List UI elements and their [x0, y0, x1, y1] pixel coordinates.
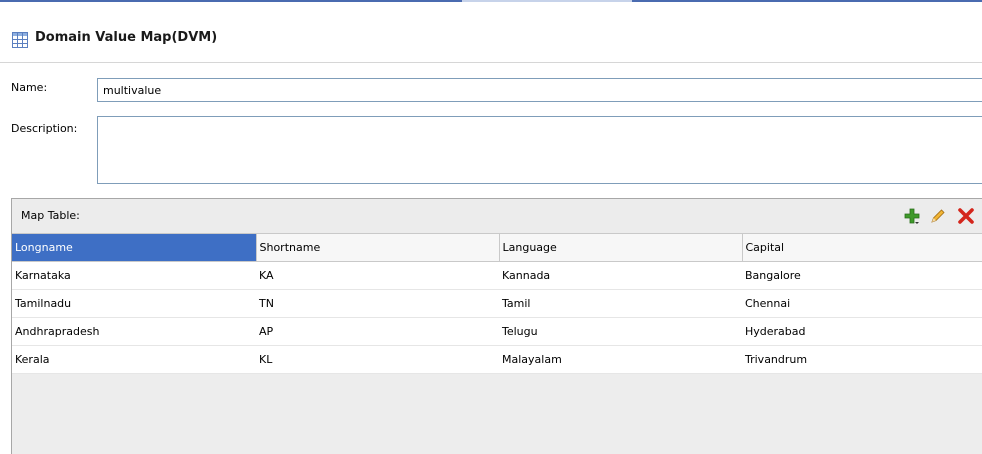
description-label: Description: [11, 122, 78, 135]
description-field[interactable] [97, 116, 982, 184]
table-cell[interactable]: Trivandrum [742, 345, 982, 374]
table-cell[interactable]: Kannada [499, 261, 742, 290]
table-cell[interactable]: KA [256, 261, 499, 290]
header-divider [0, 62, 982, 63]
table-cell[interactable]: Telugu [499, 317, 742, 346]
table-row[interactable]: Kerala KL Malayalam Trivandrum [12, 345, 982, 374]
name-label: Name: [11, 81, 48, 94]
table-grid-icon [12, 32, 28, 48]
page-title: Domain Value Map(DVM) [35, 30, 218, 45]
table-cell[interactable]: Karnataka [12, 261, 256, 290]
map-table-panel: Map Table: Longname Shortname Language C… [11, 198, 982, 454]
map-table: Longname Shortname Language Capital Karn… [12, 233, 982, 374]
edit-row-button[interactable] [927, 206, 949, 226]
add-row-button[interactable] [901, 206, 923, 226]
map-table-label: Map Table: [21, 209, 80, 222]
table-cell[interactable]: Hyderabad [742, 317, 982, 346]
table-cell[interactable]: Malayalam [499, 345, 742, 374]
table-cell[interactable]: Bangalore [742, 261, 982, 290]
delete-row-button[interactable] [955, 206, 977, 226]
table-row[interactable]: Karnataka KA Kannada Bangalore [12, 261, 982, 290]
map-table-header: Map Table: [12, 199, 982, 233]
table-cell[interactable]: TN [256, 289, 499, 318]
table-cell[interactable]: Tamilnadu [12, 289, 256, 318]
editor-header: Domain Value Map(DVM) [0, 3, 982, 63]
table-cell[interactable]: AP [256, 317, 499, 346]
table-cell[interactable]: Tamil [499, 289, 742, 318]
edit-pencil-icon [931, 209, 945, 223]
table-row[interactable]: Andhrapradesh AP Telugu Hyderabad [12, 317, 982, 346]
column-header-shortname[interactable]: Shortname [256, 233, 500, 262]
add-plus-icon [904, 208, 920, 224]
name-field[interactable] [97, 78, 982, 102]
table-cell[interactable]: Kerala [12, 345, 256, 374]
table-cell[interactable]: KL [256, 345, 499, 374]
column-header-longname[interactable]: Longname [12, 233, 257, 262]
delete-x-icon [958, 208, 974, 224]
table-header-row: Longname Shortname Language Capital [12, 233, 982, 262]
column-header-capital[interactable]: Capital [742, 233, 982, 262]
table-row[interactable]: Tamilnadu TN Tamil Chennai [12, 289, 982, 318]
column-header-language[interactable]: Language [499, 233, 743, 262]
table-cell[interactable]: Andhrapradesh [12, 317, 256, 346]
table-cell[interactable]: Chennai [742, 289, 982, 318]
